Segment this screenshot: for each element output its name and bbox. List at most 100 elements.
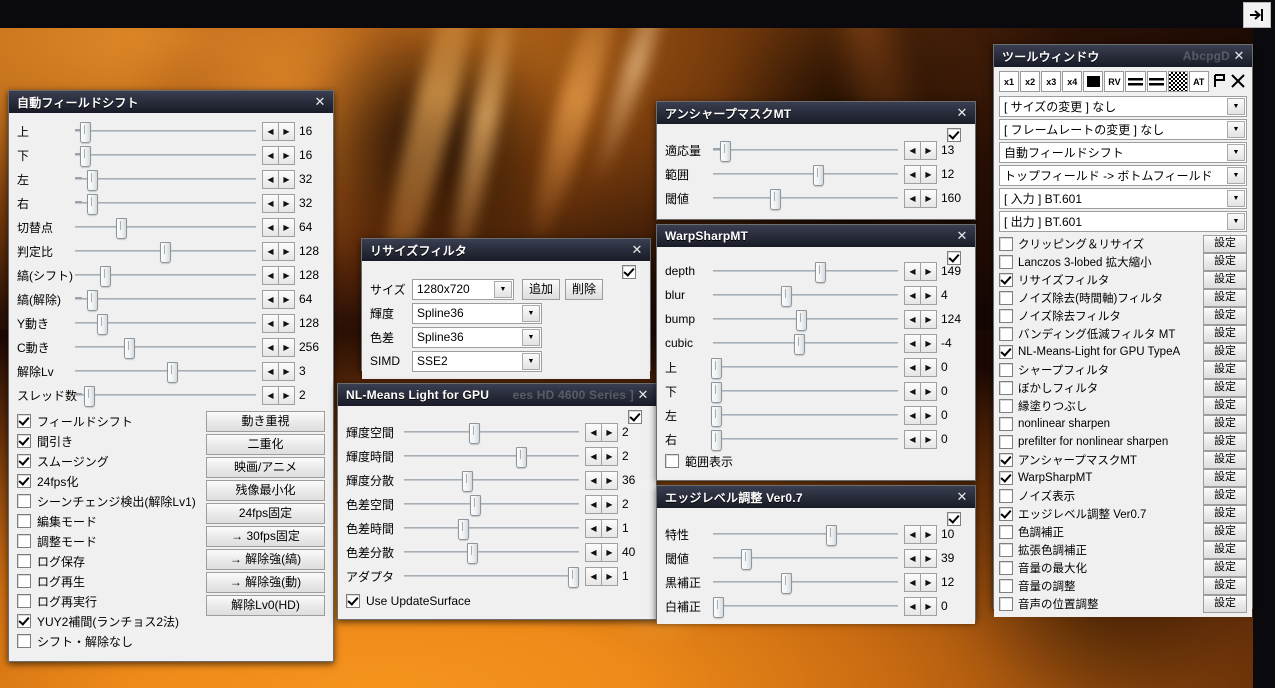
checkbox-box[interactable] [999, 561, 1013, 575]
spinner[interactable]: ◀ ▶ [262, 265, 295, 285]
checkbox-box[interactable] [999, 309, 1013, 323]
slider-thumb[interactable] [720, 141, 732, 162]
checkbox-box[interactable] [999, 579, 1013, 593]
checkbox-box[interactable] [17, 634, 31, 648]
spinner-increment-icon[interactable]: ▶ [601, 566, 618, 586]
slider-thumb[interactable] [711, 358, 722, 379]
spinner-increment-icon[interactable]: ▶ [920, 164, 937, 184]
filter-settings-button[interactable]: 設定 [1203, 505, 1247, 523]
spinner-decrement-icon[interactable]: ◀ [904, 548, 920, 568]
spinner-increment-icon[interactable]: ▶ [278, 289, 295, 309]
chevron-down-icon[interactable]: ▼ [522, 352, 540, 370]
slider-track[interactable] [75, 239, 256, 263]
slider-thumb[interactable] [116, 218, 128, 239]
spinner[interactable]: ◀ ▶ [585, 542, 618, 562]
option-checkbox[interactable]: ログ再実行 [17, 591, 202, 611]
slider-row[interactable]: 切替点 ◀ ▶ 64 [17, 215, 325, 239]
rv-button[interactable]: RV [1104, 71, 1125, 92]
slider-track[interactable] [75, 359, 256, 383]
spinner-decrement-icon[interactable]: ◀ [585, 470, 601, 490]
slider-row[interactable]: Y動き ◀ ▶ 128 [17, 311, 325, 335]
simd-combo[interactable]: SSE2 ▼ [412, 350, 542, 372]
slider-track[interactable] [404, 564, 580, 588]
slider-track[interactable] [75, 263, 256, 287]
spinner-increment-icon[interactable]: ▶ [601, 518, 618, 538]
spinner[interactable]: ◀ ▶ [262, 385, 295, 405]
slider-row[interactable]: 輝度空間 ◀ ▶ 2 [346, 420, 648, 444]
filter-row[interactable]: クリッピング＆リサイズ 設定 [999, 235, 1247, 253]
checkbox-box[interactable] [346, 594, 360, 608]
chevron-down-icon[interactable]: ▼ [494, 280, 512, 298]
spinner-increment-icon[interactable]: ▶ [920, 309, 937, 329]
spinner-decrement-icon[interactable]: ◀ [262, 241, 278, 261]
spinner-increment-icon[interactable]: ▶ [920, 572, 937, 592]
slider-thumb[interactable] [461, 471, 473, 492]
checkbox-box[interactable] [999, 417, 1013, 431]
spinner-decrement-icon[interactable]: ◀ [904, 333, 920, 353]
enable-checkbox[interactable] [947, 128, 961, 142]
slider-thumb[interactable] [568, 567, 580, 588]
slider-track[interactable] [75, 335, 256, 359]
spinner-decrement-icon[interactable]: ◀ [262, 145, 278, 165]
spinner[interactable]: ◀ ▶ [262, 313, 295, 333]
slider-row[interactable]: 閾値 ◀ ▶ 39 [665, 546, 967, 570]
checkbox-box[interactable] [17, 614, 31, 628]
slider-track[interactable] [75, 383, 256, 407]
spinner-increment-icon[interactable]: ▶ [920, 333, 937, 353]
spinner[interactable]: ◀ ▶ [904, 429, 937, 449]
checkbox-box[interactable] [999, 327, 1013, 341]
chevron-down-icon[interactable]: ▼ [1227, 167, 1245, 184]
slider-row[interactable]: 色差時間 ◀ ▶ 1 [346, 516, 648, 540]
spinner-increment-icon[interactable]: ▶ [278, 241, 295, 261]
spinner-decrement-icon[interactable]: ◀ [904, 164, 920, 184]
checkbox-box[interactable] [999, 399, 1013, 413]
checkbox-box[interactable] [17, 594, 31, 608]
filter-row[interactable]: 音量の調整 設定 [999, 577, 1247, 595]
slider-row[interactable]: 輝度分散 ◀ ▶ 36 [346, 468, 648, 492]
delete-button[interactable]: 削除 [565, 278, 603, 300]
checkbox-box[interactable] [17, 434, 31, 448]
filter-settings-button[interactable]: 設定 [1203, 307, 1247, 325]
slider-row[interactable]: 縞(解除) ◀ ▶ 64 [17, 287, 325, 311]
spinner-increment-icon[interactable]: ▶ [920, 381, 937, 401]
spinner-increment-icon[interactable]: ▶ [601, 542, 618, 562]
slider-row[interactable]: 右 ◀ ▶ 0 [665, 427, 967, 451]
filter-settings-button[interactable]: 設定 [1203, 595, 1247, 613]
option-checkbox[interactable]: シーンチェンジ検出(解除Lv1) [17, 491, 202, 511]
filter-settings-button[interactable]: 設定 [1203, 289, 1247, 307]
filter-settings-button[interactable]: 設定 [1203, 361, 1247, 379]
spinner-increment-icon[interactable]: ▶ [278, 145, 295, 165]
close-icon[interactable]: ✕ [311, 93, 329, 111]
slider-track[interactable] [404, 468, 579, 492]
spinner[interactable]: ◀ ▶ [585, 494, 618, 514]
titlebar[interactable]: 自動フィールドシフト ✕ [9, 91, 333, 113]
zoom-x3-button[interactable]: x3 [1041, 71, 1062, 92]
slider-thumb[interactable] [470, 495, 482, 516]
titlebar[interactable]: NL-Means Light for GPU ees HD 4600 Serie… [338, 384, 656, 406]
spinner[interactable]: ◀ ▶ [904, 524, 937, 544]
slider-track[interactable] [711, 427, 898, 451]
spinner-decrement-icon[interactable]: ◀ [262, 289, 278, 309]
slider-track[interactable] [75, 191, 256, 215]
chevron-down-icon[interactable]: ▼ [1227, 213, 1245, 230]
slider-thumb[interactable] [781, 573, 793, 594]
spinner[interactable]: ◀ ▶ [585, 518, 618, 538]
settings-combo[interactable]: [ サイズの変更 ] なし ▼ [999, 96, 1247, 117]
checkbox-box[interactable] [999, 345, 1013, 359]
checkbox-box[interactable] [999, 525, 1013, 539]
slider-row[interactable]: 判定比 ◀ ▶ 128 [17, 239, 325, 263]
spinner[interactable]: ◀ ▶ [904, 405, 937, 425]
spinner-decrement-icon[interactable]: ◀ [585, 422, 601, 442]
fill-black-button[interactable] [1083, 71, 1104, 92]
slider-thumb[interactable] [825, 525, 837, 546]
filter-row[interactable]: Lanczos 3-lobed 拡大縮小 設定 [999, 253, 1247, 271]
option-checkbox[interactable]: フィールドシフト [17, 411, 202, 431]
close-icon[interactable]: ✕ [953, 227, 971, 245]
spinner-increment-icon[interactable]: ▶ [601, 494, 618, 514]
slider-track[interactable] [713, 331, 898, 355]
slider-thumb[interactable] [794, 334, 806, 355]
titlebar[interactable]: アンシャープマスクMT ✕ [657, 102, 975, 124]
slider-row[interactable]: 左 ◀ ▶ 0 [665, 403, 967, 427]
slider-row[interactable]: 輝度時間 ◀ ▶ 2 [346, 444, 648, 468]
settings-combo[interactable]: [ フレームレートの変更 ] なし ▼ [999, 119, 1247, 140]
